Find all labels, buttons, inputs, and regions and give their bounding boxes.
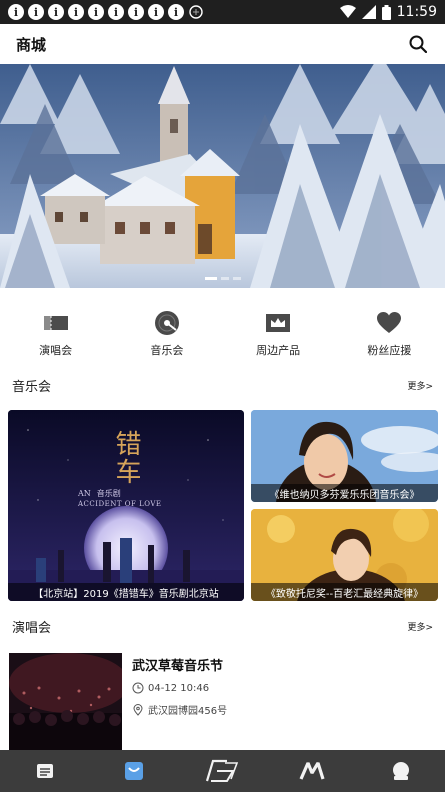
profile-icon xyxy=(392,762,409,780)
poster-an: AN xyxy=(78,489,91,498)
nav-tab-shop[interactable] xyxy=(112,754,156,788)
more-link[interactable]: 更多> xyxy=(407,620,433,633)
info-notification-icon: i xyxy=(128,4,144,20)
category-label: 粉丝应援 xyxy=(367,344,412,357)
category-concert[interactable]: 演唱会 xyxy=(0,300,111,364)
signal-icon xyxy=(361,5,376,19)
heart-icon xyxy=(376,310,402,336)
section-title: 音乐会 xyxy=(12,379,52,395)
concert-card-large[interactable]: 错车 AN 音乐剧 ACCIDENT OF LOVE 【北京站】2019《措错车… xyxy=(8,410,244,601)
crowd-image xyxy=(9,653,122,751)
live-event-location: 武汉园博园456号 xyxy=(148,706,228,717)
more-link[interactable]: 更多> xyxy=(407,379,433,392)
info-notification-icon: i xyxy=(48,4,64,20)
nav-tab-schedule[interactable] xyxy=(23,754,67,788)
app-bar: 商城 xyxy=(0,24,445,64)
ticket-icon xyxy=(43,310,69,336)
category-fan-support[interactable]: 粉丝应援 xyxy=(334,300,445,364)
search-icon xyxy=(409,35,427,53)
category-nav: 演唱会 音乐会 周边产品 粉丝应援 xyxy=(0,300,445,364)
concert-card-small[interactable]: 《致敬托尼奖--百老汇最经典旋律》 xyxy=(251,509,438,601)
carousel-dot[interactable] xyxy=(220,277,229,280)
poster-sub-en: ACCIDENT OF LOVE xyxy=(78,500,162,508)
carousel-indicator xyxy=(204,277,241,280)
search-button[interactable] xyxy=(407,33,429,55)
section-title: 演唱会 xyxy=(12,620,52,636)
live-event-thumbnail[interactable] xyxy=(9,653,122,751)
banner-image xyxy=(0,64,445,288)
notification-icons: i i i i i i i i i xyxy=(8,4,204,20)
info-notification-icon: i xyxy=(168,4,184,20)
status-time: 11:59 xyxy=(396,4,437,20)
wifi-icon xyxy=(339,5,356,18)
info-notification-icon: i xyxy=(8,4,24,20)
calendar-list-icon xyxy=(36,764,53,778)
category-merch[interactable]: 周边产品 xyxy=(223,300,334,364)
battery-icon xyxy=(381,4,391,20)
category-label: 周边产品 xyxy=(256,344,301,357)
poster-title: 错车 xyxy=(111,430,141,486)
clock-icon xyxy=(132,682,144,694)
live-event-date: 04-12 10:46 xyxy=(148,682,210,694)
nav-tab-profile[interactable] xyxy=(379,754,423,788)
info-notification-icon: i xyxy=(88,4,104,20)
card-caption: 【北京站】2019《措错车》音乐剧北京站 xyxy=(8,583,244,601)
brand-logo-icon xyxy=(205,759,238,782)
carousel-dot[interactable] xyxy=(204,277,217,280)
music-section-header: 音乐会 更多> xyxy=(0,373,445,397)
info-notification-icon: i xyxy=(68,4,84,20)
live-section-header: 演唱会 更多> xyxy=(0,614,445,638)
category-music-concert[interactable]: 音乐会 xyxy=(111,300,222,364)
live-event-title: 武汉草莓音乐节 xyxy=(132,659,224,674)
vinyl-disc-icon xyxy=(154,310,180,336)
info-notification-icon: i xyxy=(28,4,44,20)
crown-icon xyxy=(265,310,291,336)
sync-icon xyxy=(189,5,203,19)
m-logo-icon xyxy=(299,762,325,780)
nav-tab-music[interactable] xyxy=(290,754,334,788)
nav-tab-home[interactable] xyxy=(201,754,245,788)
carousel-dot[interactable] xyxy=(232,277,241,280)
bottom-nav xyxy=(0,750,445,792)
shop-bag-icon xyxy=(124,762,143,780)
live-event-date-row: 04-12 10:46 xyxy=(132,682,227,694)
category-label: 音乐会 xyxy=(150,344,184,357)
info-notification-icon: i xyxy=(148,4,164,20)
location-pin-icon xyxy=(133,703,143,716)
poster-sub-cn: 音乐剧 xyxy=(96,489,121,498)
category-label: 演唱会 xyxy=(39,344,73,357)
card-caption: 《维也纳贝多芬爱乐乐团音乐会》 xyxy=(251,484,438,502)
info-notification-icon: i xyxy=(108,4,124,20)
live-event-info[interactable]: 武汉草莓音乐节 04-12 10:46 武汉园博园456号 xyxy=(132,655,227,725)
concert-card-small[interactable]: 《维也纳贝多芬爱乐乐团音乐会》 xyxy=(251,410,438,502)
status-bar: i i i i i i i i i 11:59 xyxy=(0,0,445,24)
live-event-location-row: 武汉园博园456号 xyxy=(132,702,227,717)
banner-carousel[interactable] xyxy=(0,64,445,288)
page-title: 商城 xyxy=(16,35,47,54)
card-caption: 《致敬托尼奖--百老汇最经典旋律》 xyxy=(251,583,438,601)
